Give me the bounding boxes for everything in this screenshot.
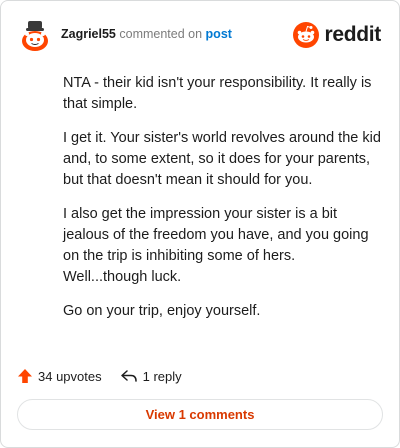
view-comments-button[interactable]: View 1 comments: [17, 399, 383, 430]
snoo-avatar-icon[interactable]: [17, 18, 53, 52]
upvote-button[interactable]: 34 upvotes: [17, 368, 102, 384]
comment-body: NTA - their kid isn't your responsibilit…: [63, 73, 381, 335]
upvote-count: 34 upvotes: [38, 368, 102, 384]
comment-paragraph: Go on your trip, enjoy yourself.: [63, 303, 261, 319]
reddit-brand[interactable]: reddit: [293, 21, 381, 49]
comment-paragraph: I get it. Your sister's world revolves a…: [63, 130, 381, 188]
comment-actions: 34 upvotes 1 reply: [17, 365, 182, 387]
reddit-wordmark: reddit: [324, 23, 381, 46]
reddit-logo-icon: [293, 22, 320, 48]
comment-header: Zagriel55 commented on post reddit: [17, 18, 383, 52]
comment-paragraph: NTA - their kid isn't your responsibilit…: [63, 75, 372, 112]
commented-on-label: commented on: [119, 27, 203, 41]
post-link[interactable]: post: [206, 27, 232, 41]
reply-count: 1 reply: [142, 368, 182, 384]
comment-paragraph: I also get the impression your sister is…: [63, 206, 369, 285]
comment-byline: Zagriel55 commented on post: [61, 27, 232, 41]
reply-button[interactable]: 1 reply: [120, 368, 182, 384]
upvote-arrow-icon: [18, 369, 32, 383]
username-link[interactable]: Zagriel55: [61, 27, 116, 41]
comment-card: Zagriel55 commented on post reddit NTA -…: [0, 0, 400, 448]
reply-arrow-icon: [120, 370, 137, 382]
